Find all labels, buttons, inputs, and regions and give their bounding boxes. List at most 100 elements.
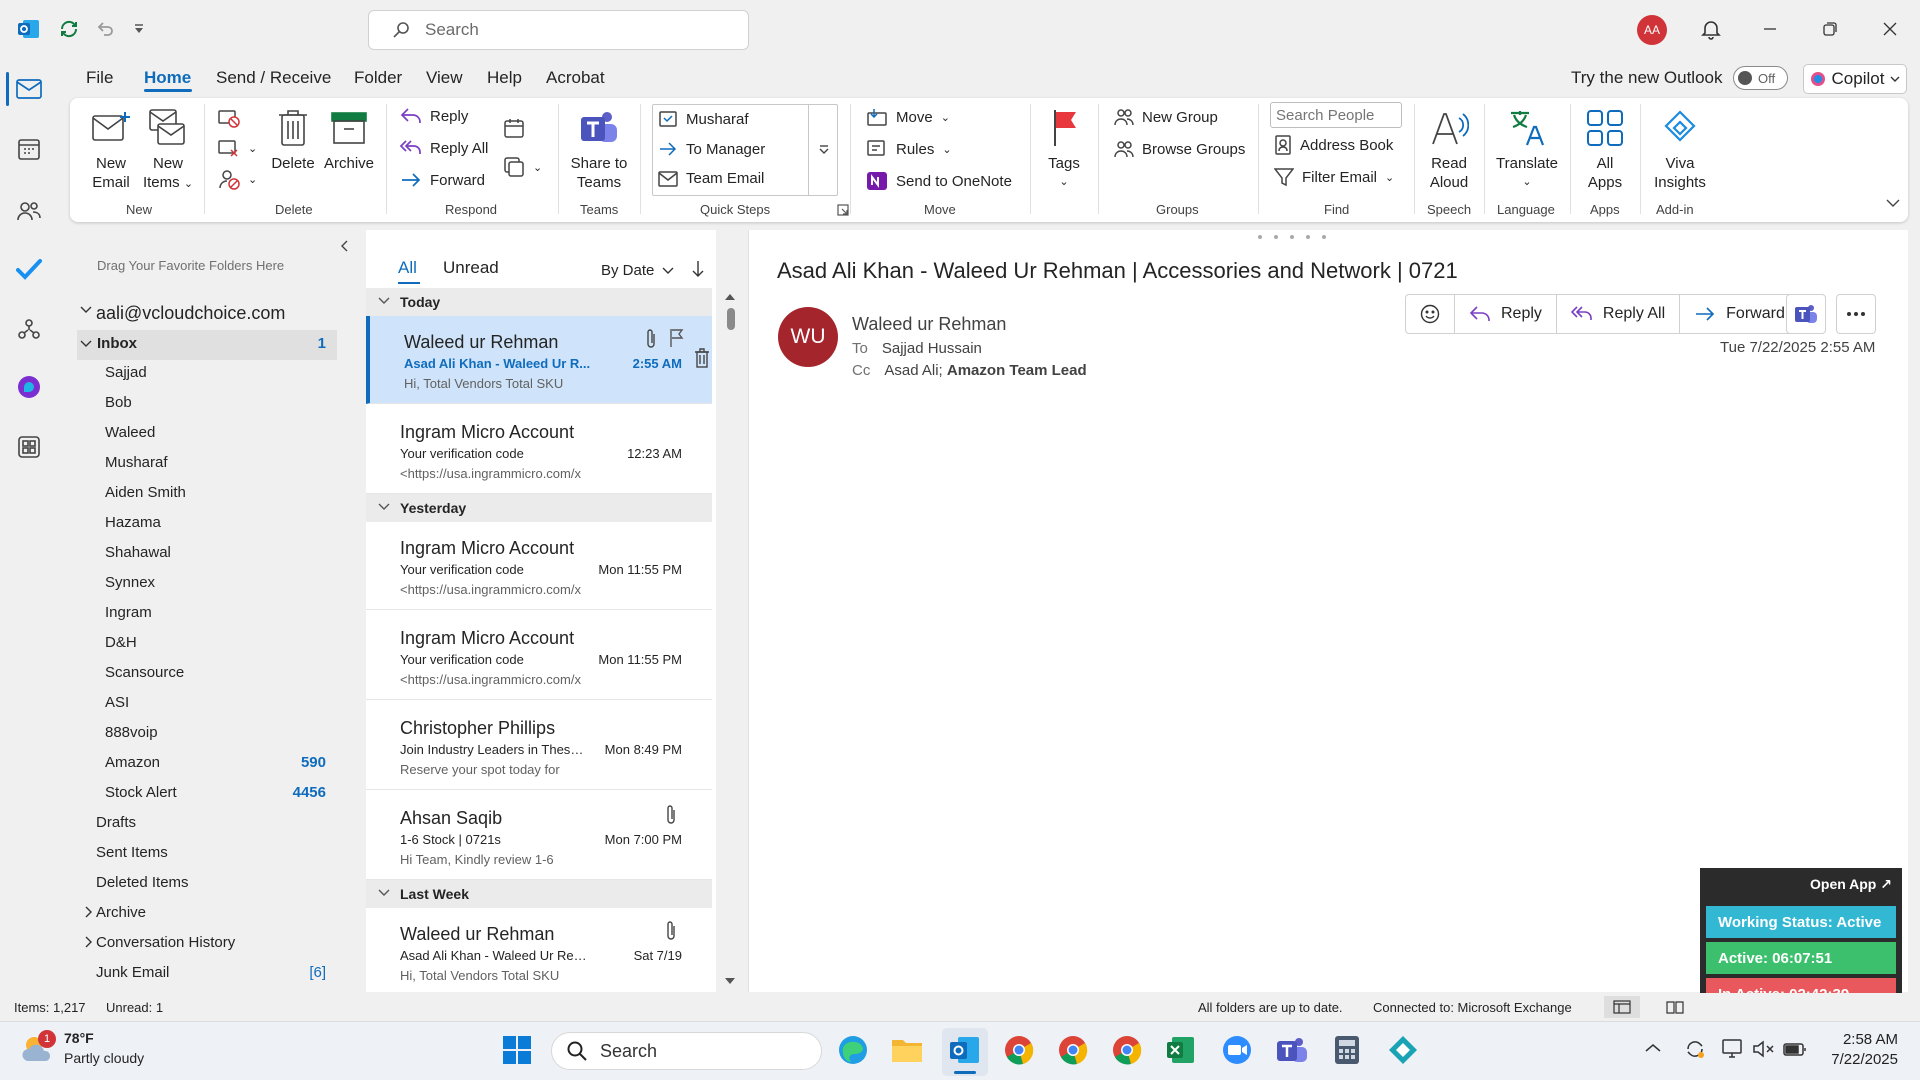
folder-drafts[interactable]: Drafts xyxy=(96,814,136,831)
scrollbar-thumb[interactable] xyxy=(727,308,735,330)
reply-all-button[interactable]: Reply All xyxy=(400,139,488,157)
browse-groups-button[interactable]: Browse Groups xyxy=(1114,139,1245,159)
tab-send-receive[interactable]: Send / Receive xyxy=(216,68,331,88)
new-email-button[interactable]: New Email xyxy=(86,106,136,192)
dialog-launcher-icon[interactable] xyxy=(837,204,849,216)
message-item[interactable]: Ingram Micro Account Your verification c… xyxy=(366,612,712,700)
quickstep-musharaf[interactable]: Musharaf xyxy=(658,110,749,128)
sender-avatar[interactable]: WU xyxy=(778,307,838,367)
reply-button[interactable]: Reply xyxy=(400,107,468,125)
new-items-button[interactable]: New Items ⌄ xyxy=(142,106,194,194)
folder-junk-email[interactable]: Junk Email xyxy=(96,964,169,981)
meeting-reply-button[interactable] xyxy=(503,117,525,139)
network-icon[interactable] xyxy=(1722,1039,1744,1059)
message-list-scrollbar[interactable] xyxy=(724,292,736,984)
forward-button[interactable]: Forward xyxy=(400,171,485,189)
restore-button[interactable] xyxy=(1815,14,1845,44)
junk-button[interactable]: ⌄ xyxy=(218,168,257,190)
mail-icon[interactable] xyxy=(14,74,44,104)
filter-all-tab[interactable]: All xyxy=(398,258,417,278)
customize-toolbar-icon[interactable] xyxy=(126,16,152,42)
emoji-reaction-button[interactable] xyxy=(1406,295,1455,333)
diamond-app-icon[interactable] xyxy=(1386,1033,1420,1067)
folder-888voip[interactable]: 888voip xyxy=(105,724,158,741)
chrome-profile-2-icon[interactable] xyxy=(1056,1033,1090,1067)
quickstep-team-email[interactable]: Team Email xyxy=(658,170,764,187)
org-chart-icon[interactable] xyxy=(14,314,44,344)
folder-sent-items[interactable]: Sent Items xyxy=(96,844,168,861)
show-hidden-icons-chevron-icon[interactable] xyxy=(1645,1043,1661,1053)
reply-action-button[interactable]: Reply xyxy=(1455,295,1557,333)
battery-icon[interactable] xyxy=(1783,1040,1807,1058)
folder-amazon[interactable]: Amazon xyxy=(105,754,160,771)
tab-folder[interactable]: Folder xyxy=(354,68,402,88)
teams-taskbar-icon[interactable] xyxy=(1275,1033,1309,1067)
address-book-button[interactable]: Address Book xyxy=(1274,135,1393,155)
more-actions-button[interactable] xyxy=(1836,294,1876,334)
collapse-ribbon-icon[interactable] xyxy=(1886,198,1900,208)
cc-recipient-bold[interactable]: Amazon Team Lead xyxy=(947,362,1087,379)
zoom-icon[interactable] xyxy=(1220,1033,1254,1067)
folder-ingram[interactable]: Ingram xyxy=(105,604,152,621)
sender-name[interactable]: Waleed ur Rehman xyxy=(852,314,1006,335)
sort-by-date-button[interactable]: By Date xyxy=(601,262,674,279)
folder-shahawal[interactable]: Shahawal xyxy=(105,544,171,561)
search-people-input[interactable] xyxy=(1270,102,1402,128)
folder-dh[interactable]: D&H xyxy=(105,634,137,651)
sort-direction-arrow-icon[interactable] xyxy=(692,260,704,278)
volume-muted-icon[interactable] xyxy=(1753,1040,1775,1058)
windows-start-icon[interactable] xyxy=(500,1033,534,1067)
chevron-down-icon[interactable] xyxy=(80,339,92,349)
cc-recipient[interactable]: Asad Ali; xyxy=(884,362,942,379)
share-to-teams-action-button[interactable] xyxy=(1786,294,1826,334)
tab-file[interactable]: File xyxy=(86,68,113,88)
message-item[interactable]: Waleed ur Rehman Asad Ali Khan - Waleed … xyxy=(366,908,712,992)
folder-synnex[interactable]: Synnex xyxy=(105,574,155,591)
cleanup-button[interactable]: ⌄ xyxy=(218,138,257,158)
calculator-icon[interactable] xyxy=(1330,1033,1364,1067)
folder-deleted-items[interactable]: Deleted Items xyxy=(96,874,189,891)
reply-all-action-button[interactable]: Reply All xyxy=(1557,295,1681,333)
tags-button[interactable]: Tags ⌄ xyxy=(1044,106,1084,192)
folder-hazama[interactable]: Hazama xyxy=(105,514,161,531)
edge-browser-icon[interactable] xyxy=(836,1033,870,1067)
people-icon[interactable] xyxy=(14,196,44,226)
reading-view-button[interactable] xyxy=(1660,996,1690,1018)
tab-view[interactable]: View xyxy=(426,68,463,88)
todo-check-icon[interactable] xyxy=(14,254,44,284)
user-avatar[interactable]: AA xyxy=(1637,15,1667,45)
outlook-taskbar-icon[interactable] xyxy=(948,1033,982,1067)
chevron-right-icon[interactable] xyxy=(84,936,92,948)
group-header-today[interactable]: Today xyxy=(366,288,712,316)
folder-scansource[interactable]: Scansource xyxy=(105,664,184,681)
group-header-last-week[interactable]: Last Week xyxy=(366,880,712,908)
minimize-button[interactable] xyxy=(1755,14,1785,44)
folder-sajjad[interactable]: Sajjad xyxy=(105,364,147,381)
folder-archive[interactable]: Archive xyxy=(96,904,146,921)
close-button[interactable] xyxy=(1875,14,1905,44)
viva-insights-button[interactable]: Viva Insights xyxy=(1648,106,1712,192)
file-explorer-icon[interactable] xyxy=(890,1033,924,1067)
excel-icon[interactable] xyxy=(1164,1033,1198,1067)
search-input[interactable]: Search xyxy=(368,10,749,50)
folder-waleed[interactable]: Waleed xyxy=(105,424,155,441)
filter-email-button[interactable]: Filter Email ⌄ xyxy=(1274,167,1394,187)
delete-button[interactable]: Delete xyxy=(268,106,318,173)
chrome-profile-3-icon[interactable] xyxy=(1110,1033,1144,1067)
to-recipient[interactable]: Sajjad Hussain xyxy=(882,340,982,357)
tab-home[interactable]: Home xyxy=(144,68,191,88)
pane-resize-handle[interactable] xyxy=(1258,235,1326,239)
chevron-down-icon[interactable] xyxy=(80,305,92,315)
group-header-yesterday[interactable]: Yesterday xyxy=(366,494,712,522)
folder-conversation-history[interactable]: Conversation History xyxy=(96,934,235,951)
undo-icon[interactable] xyxy=(92,16,118,42)
message-item[interactable]: Waleed ur Rehman Asad Ali Khan - Waleed … xyxy=(366,316,712,404)
tab-acrobat[interactable]: Acrobat xyxy=(546,68,605,88)
move-button[interactable]: Move ⌄ xyxy=(866,107,950,127)
new-outlook-toggle[interactable]: Off xyxy=(1733,66,1788,90)
sync-icon[interactable] xyxy=(56,16,82,42)
message-item[interactable]: Ahsan Saqib 1-6 Stock | 0721s Hi Team, K… xyxy=(366,792,712,880)
flag-message-icon[interactable] xyxy=(669,328,685,348)
scroll-up-arrow-icon[interactable] xyxy=(724,292,736,302)
forward-action-button[interactable]: Forward xyxy=(1680,295,1799,333)
